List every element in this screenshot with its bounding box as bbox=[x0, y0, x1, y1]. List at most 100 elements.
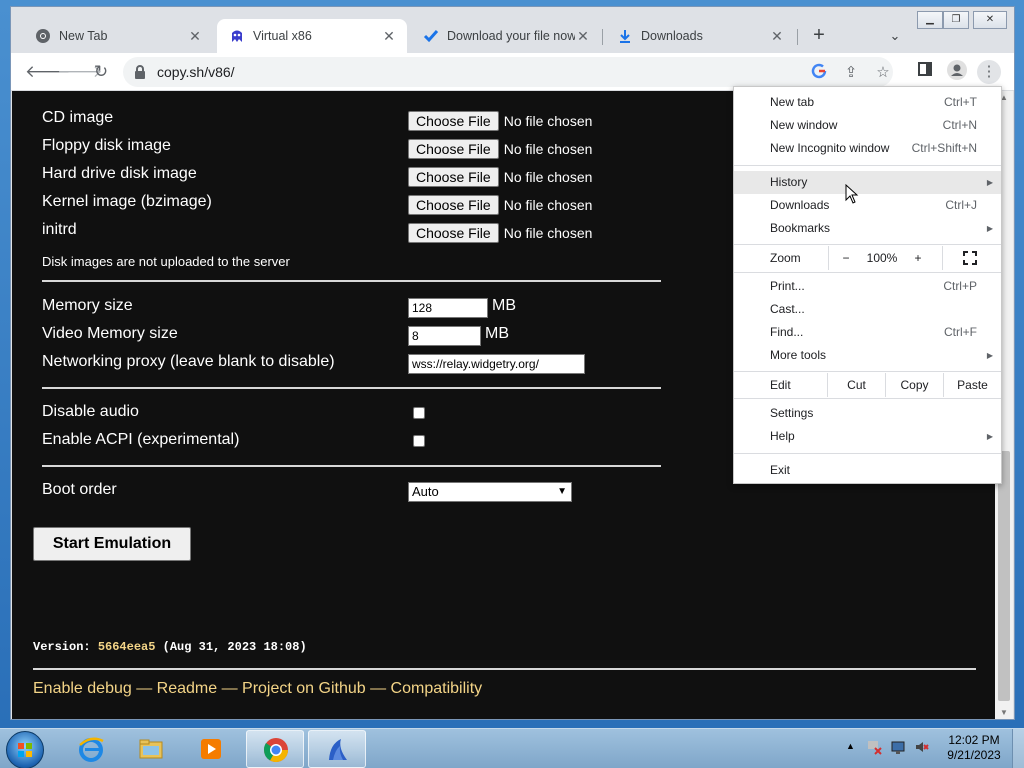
forward-button[interactable]: 🡒 bbox=[57, 60, 103, 84]
cut-button[interactable]: Cut bbox=[827, 373, 885, 397]
menu-item-print[interactable]: Print... Ctrl+P bbox=[734, 275, 1001, 298]
scrollbar-thumb[interactable] bbox=[998, 451, 1010, 701]
menu-item-exit[interactable]: Exit bbox=[734, 459, 1001, 482]
menu-item-find[interactable]: Find... Ctrl+F bbox=[734, 321, 1001, 344]
menu-item-history[interactable]: History ▶ bbox=[734, 171, 1001, 194]
back-button[interactable]: 🡐 bbox=[25, 60, 71, 84]
menu-separator bbox=[734, 371, 1001, 372]
network-icon[interactable] bbox=[890, 739, 906, 768]
tab-new-tab[interactable]: New Tab ✕ bbox=[23, 19, 213, 53]
address-bar[interactable]: copy.sh/v86/ ⇪ ☆ bbox=[123, 57, 893, 87]
menu-shortcut: Ctrl+T bbox=[944, 95, 977, 109]
paste-button[interactable]: Paste bbox=[943, 373, 1001, 397]
menu-separator bbox=[734, 244, 1001, 245]
scroll-down-icon[interactable]: ▼ bbox=[995, 708, 1013, 717]
cd-image-picker[interactable]: Choose File No file chosen bbox=[408, 111, 592, 131]
readme-link[interactable]: Readme bbox=[157, 680, 217, 697]
menu-item-new-window[interactable]: New window Ctrl+N bbox=[734, 114, 1001, 137]
system-clock[interactable]: 12:02 PM 9/21/2023 bbox=[940, 733, 1008, 763]
choose-file-button[interactable]: Choose File bbox=[408, 167, 499, 187]
submenu-arrow-icon: ▶ bbox=[986, 224, 993, 233]
taskbar-chrome[interactable] bbox=[246, 730, 304, 768]
tab-download-your-file[interactable]: Download your file now ✕ bbox=[411, 19, 601, 53]
new-tab-button[interactable]: + bbox=[807, 24, 831, 48]
clock-date: 9/21/2023 bbox=[947, 748, 1001, 762]
link-separator: — bbox=[217, 680, 243, 697]
menu-separator bbox=[734, 165, 1001, 166]
side-panel-icon[interactable] bbox=[913, 60, 937, 84]
row-label: Enable ACPI (experimental) bbox=[42, 431, 240, 448]
menu-label: History bbox=[770, 175, 808, 189]
menu-label: More tools bbox=[770, 348, 827, 362]
zoom-level: 100% bbox=[866, 251, 898, 265]
version-hash-link[interactable]: 5664eea5 bbox=[98, 640, 156, 654]
kernel-image-picker[interactable]: Choose File No file chosen bbox=[408, 195, 592, 215]
window-close-button[interactable]: ✕ bbox=[973, 11, 1007, 29]
action-center-flag-icon[interactable] bbox=[866, 739, 882, 768]
boot-order-select[interactable]: Auto ▼ bbox=[408, 482, 572, 502]
tab-search-button[interactable]: ⌄ bbox=[883, 24, 907, 48]
more-menu-icon[interactable]: ⋮ bbox=[977, 60, 1001, 84]
minimize-button[interactable]: ▁ bbox=[917, 11, 943, 29]
network-proxy-input[interactable]: wss://relay.widgetry.org/ bbox=[408, 354, 585, 374]
close-icon[interactable]: ✕ bbox=[575, 28, 591, 45]
menu-item-new-incognito[interactable]: New Incognito window Ctrl+Shift+N bbox=[734, 137, 1001, 160]
choose-file-button[interactable]: Choose File bbox=[408, 223, 499, 243]
download-icon bbox=[617, 28, 633, 44]
edit-label: Edit bbox=[770, 378, 791, 392]
maximize-button[interactable]: ❐ bbox=[943, 11, 969, 29]
tab-downloads[interactable]: Downloads ✕ bbox=[605, 19, 795, 53]
copy-button[interactable]: Copy bbox=[885, 373, 943, 397]
disk-upload-note: Disk images are not uploaded to the serv… bbox=[42, 254, 290, 269]
initrd-picker[interactable]: Choose File No file chosen bbox=[408, 223, 592, 243]
menu-label: Cast... bbox=[770, 302, 805, 316]
bookmark-star-icon[interactable]: ☆ bbox=[873, 63, 893, 83]
tab-virtual-x86[interactable]: Virtual x86 ✕ bbox=[217, 19, 407, 53]
internet-explorer-icon bbox=[79, 737, 104, 762]
close-icon[interactable]: ✕ bbox=[769, 28, 785, 45]
start-button[interactable] bbox=[6, 731, 44, 768]
fullscreen-icon[interactable] bbox=[960, 246, 980, 270]
taskbar-shark-app[interactable] bbox=[308, 730, 366, 768]
menu-item-downloads[interactable]: Downloads Ctrl+J bbox=[734, 194, 1001, 217]
taskbar-internet-explorer[interactable] bbox=[62, 730, 120, 768]
start-emulation-button[interactable]: Start Emulation bbox=[33, 527, 191, 561]
menu-item-help[interactable]: Help ▶ bbox=[734, 425, 1001, 448]
menu-label: Exit bbox=[770, 463, 791, 477]
footer-links: Enable debug — Readme — Project on Githu… bbox=[33, 680, 482, 698]
google-lens-icon[interactable] bbox=[809, 63, 829, 83]
taskbar-file-explorer[interactable] bbox=[122, 730, 180, 768]
menu-item-new-tab[interactable]: New tab Ctrl+T bbox=[734, 91, 1001, 114]
taskbar-media-player[interactable] bbox=[182, 730, 240, 768]
clock-time: 12:02 PM bbox=[948, 733, 1000, 747]
zoom-in-button[interactable]: + bbox=[906, 246, 930, 270]
volume-muted-icon[interactable] bbox=[914, 739, 930, 768]
github-link[interactable]: Project on Github bbox=[242, 680, 366, 697]
menu-item-cast[interactable]: Cast... bbox=[734, 298, 1001, 321]
windows-logo-icon bbox=[18, 743, 32, 757]
choose-file-button[interactable]: Choose File bbox=[408, 139, 499, 159]
enable-debug-link[interactable]: Enable debug bbox=[33, 680, 132, 697]
floppy-image-picker[interactable]: Choose File No file chosen bbox=[408, 139, 592, 159]
show-desktop-button[interactable] bbox=[1012, 729, 1024, 768]
compatibility-link[interactable]: Compatibility bbox=[391, 680, 483, 697]
menu-item-bookmarks[interactable]: Bookmarks ▶ bbox=[734, 217, 1001, 240]
menu-label: Settings bbox=[770, 406, 814, 420]
hard-drive-image-picker[interactable]: Choose File No file chosen bbox=[408, 167, 592, 187]
video-memory-input[interactable]: 8 bbox=[408, 326, 481, 346]
close-icon[interactable]: ✕ bbox=[381, 28, 397, 45]
divider bbox=[33, 668, 976, 670]
choose-file-button[interactable]: Choose File bbox=[408, 195, 499, 215]
memory-size-input[interactable]: 128 bbox=[408, 298, 488, 318]
reload-button[interactable]: ↻ bbox=[89, 60, 113, 84]
menu-item-more-tools[interactable]: More tools ▶ bbox=[734, 344, 1001, 367]
profile-avatar-icon[interactable] bbox=[945, 60, 969, 84]
disable-audio-checkbox[interactable] bbox=[413, 407, 425, 419]
enable-acpi-checkbox[interactable] bbox=[413, 435, 425, 447]
tray-expand-icon[interactable]: ▲ bbox=[846, 741, 855, 768]
share-icon[interactable]: ⇪ bbox=[841, 63, 861, 83]
zoom-out-button[interactable]: − bbox=[834, 246, 858, 270]
close-icon[interactable]: ✕ bbox=[187, 28, 203, 45]
choose-file-button[interactable]: Choose File bbox=[408, 111, 499, 131]
menu-item-settings[interactable]: Settings bbox=[734, 402, 1001, 425]
